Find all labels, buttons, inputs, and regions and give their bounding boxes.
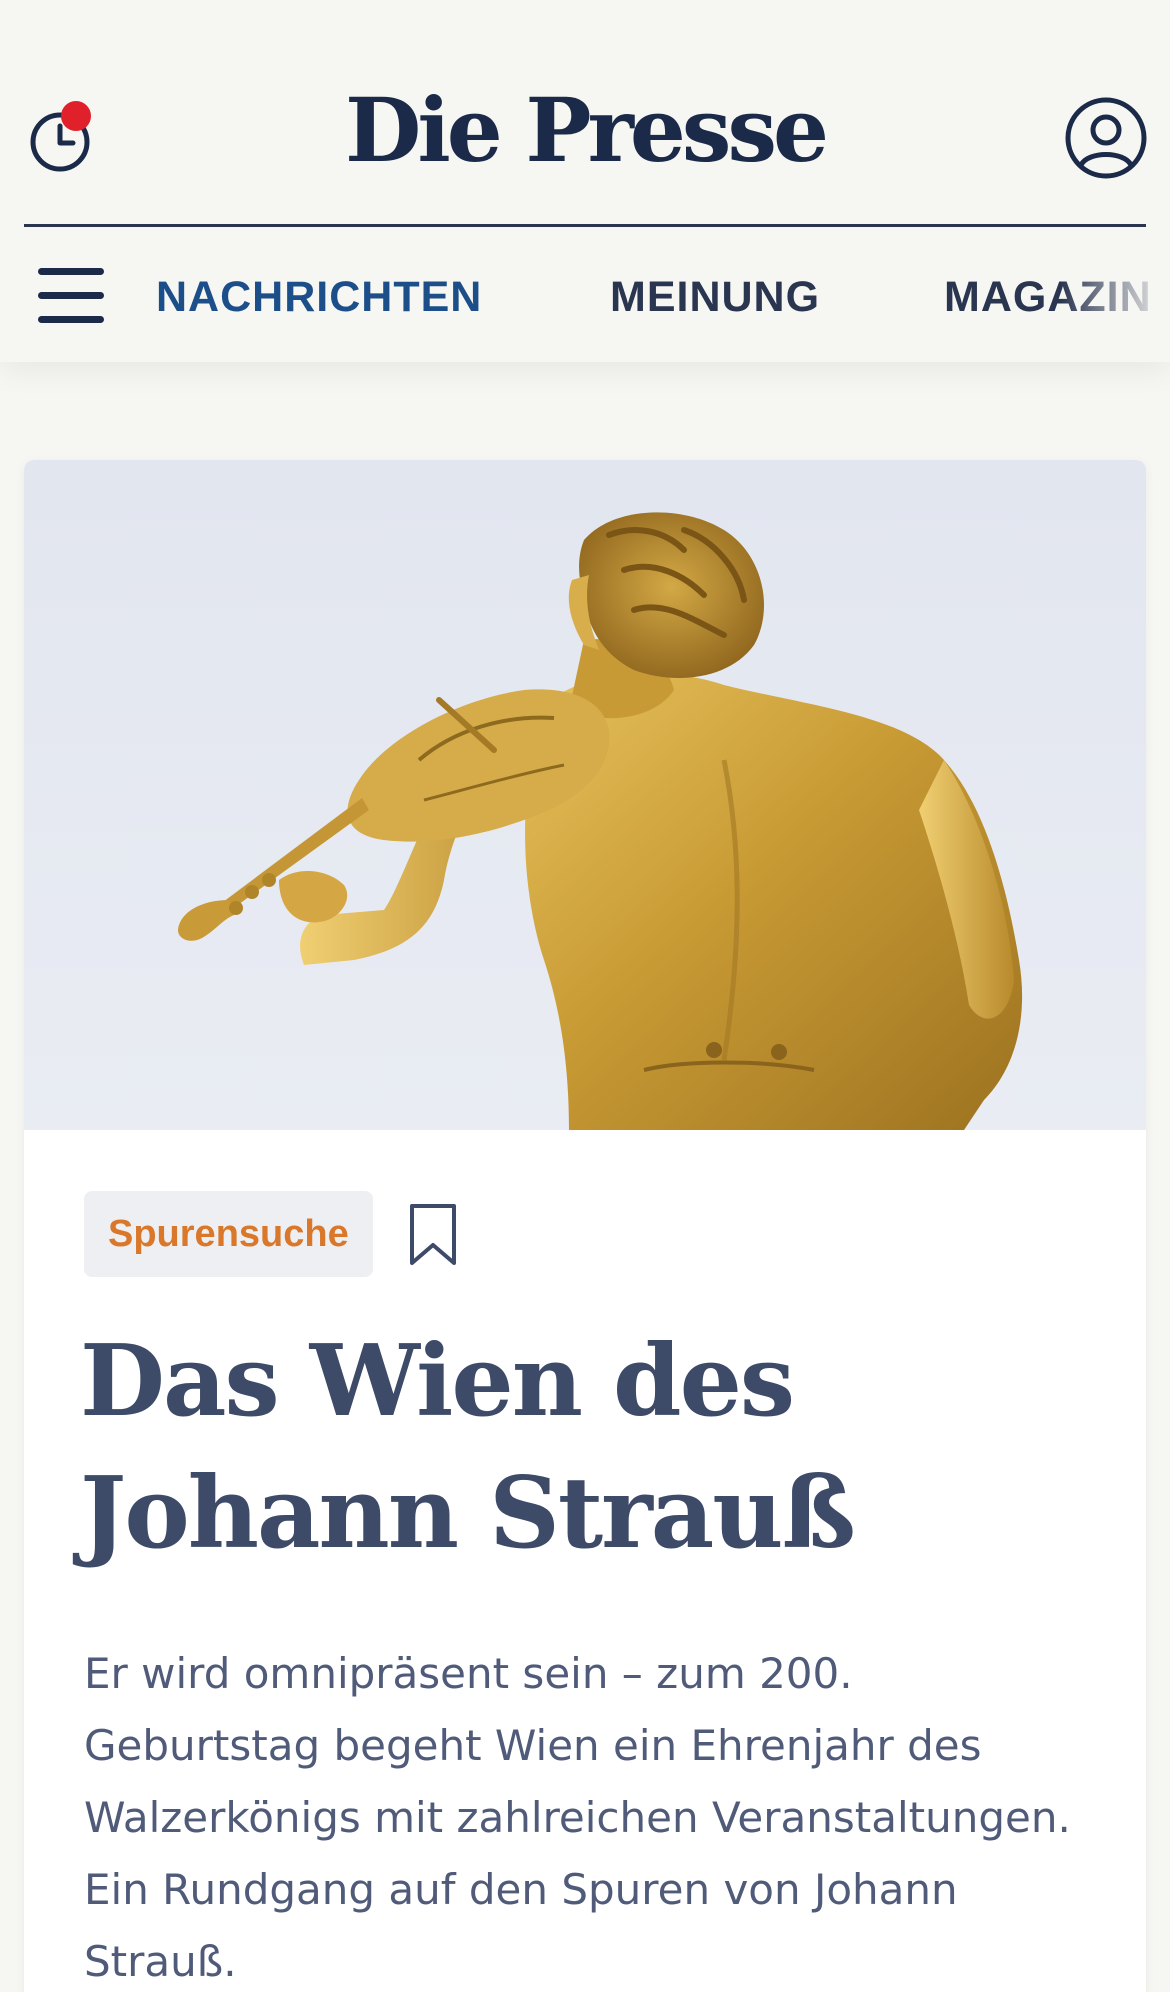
nav-scroll-fade xyxy=(1060,228,1170,362)
site-logo[interactable]: Die Presse xyxy=(0,80,1170,180)
site-header: Die Presse NACHRICHTEN MEINUNG MAGAZIN xyxy=(0,0,1170,362)
bookmark-button[interactable] xyxy=(408,1203,458,1267)
user-account-icon xyxy=(1065,97,1147,179)
header-divider xyxy=(24,224,1146,227)
strauss-statue-image xyxy=(24,460,1146,1130)
article-lead: Er wird omnipräsent sein – zum 200. Gebu… xyxy=(84,1649,1071,1986)
nav-item-nachrichten[interactable]: NACHRICHTEN xyxy=(156,270,482,324)
section-nav: NACHRICHTEN MEINUNG MAGAZIN xyxy=(0,228,1170,362)
article-hero-image[interactable] xyxy=(24,460,1146,1130)
category-tag[interactable]: Spurensuche xyxy=(84,1191,373,1277)
article-headline[interactable]: Das Wien des Johann Strauß xyxy=(80,1316,1080,1580)
article-card[interactable]: Spurensuche Das Wien des Johann Strauß E… xyxy=(24,460,1146,1992)
top-bar: Die Presse xyxy=(0,0,1170,226)
nav-item-meinung[interactable]: MEINUNG xyxy=(610,270,820,324)
hamburger-menu-icon[interactable] xyxy=(38,268,106,324)
account-button[interactable] xyxy=(1064,96,1148,180)
bookmark-icon xyxy=(410,1204,456,1265)
